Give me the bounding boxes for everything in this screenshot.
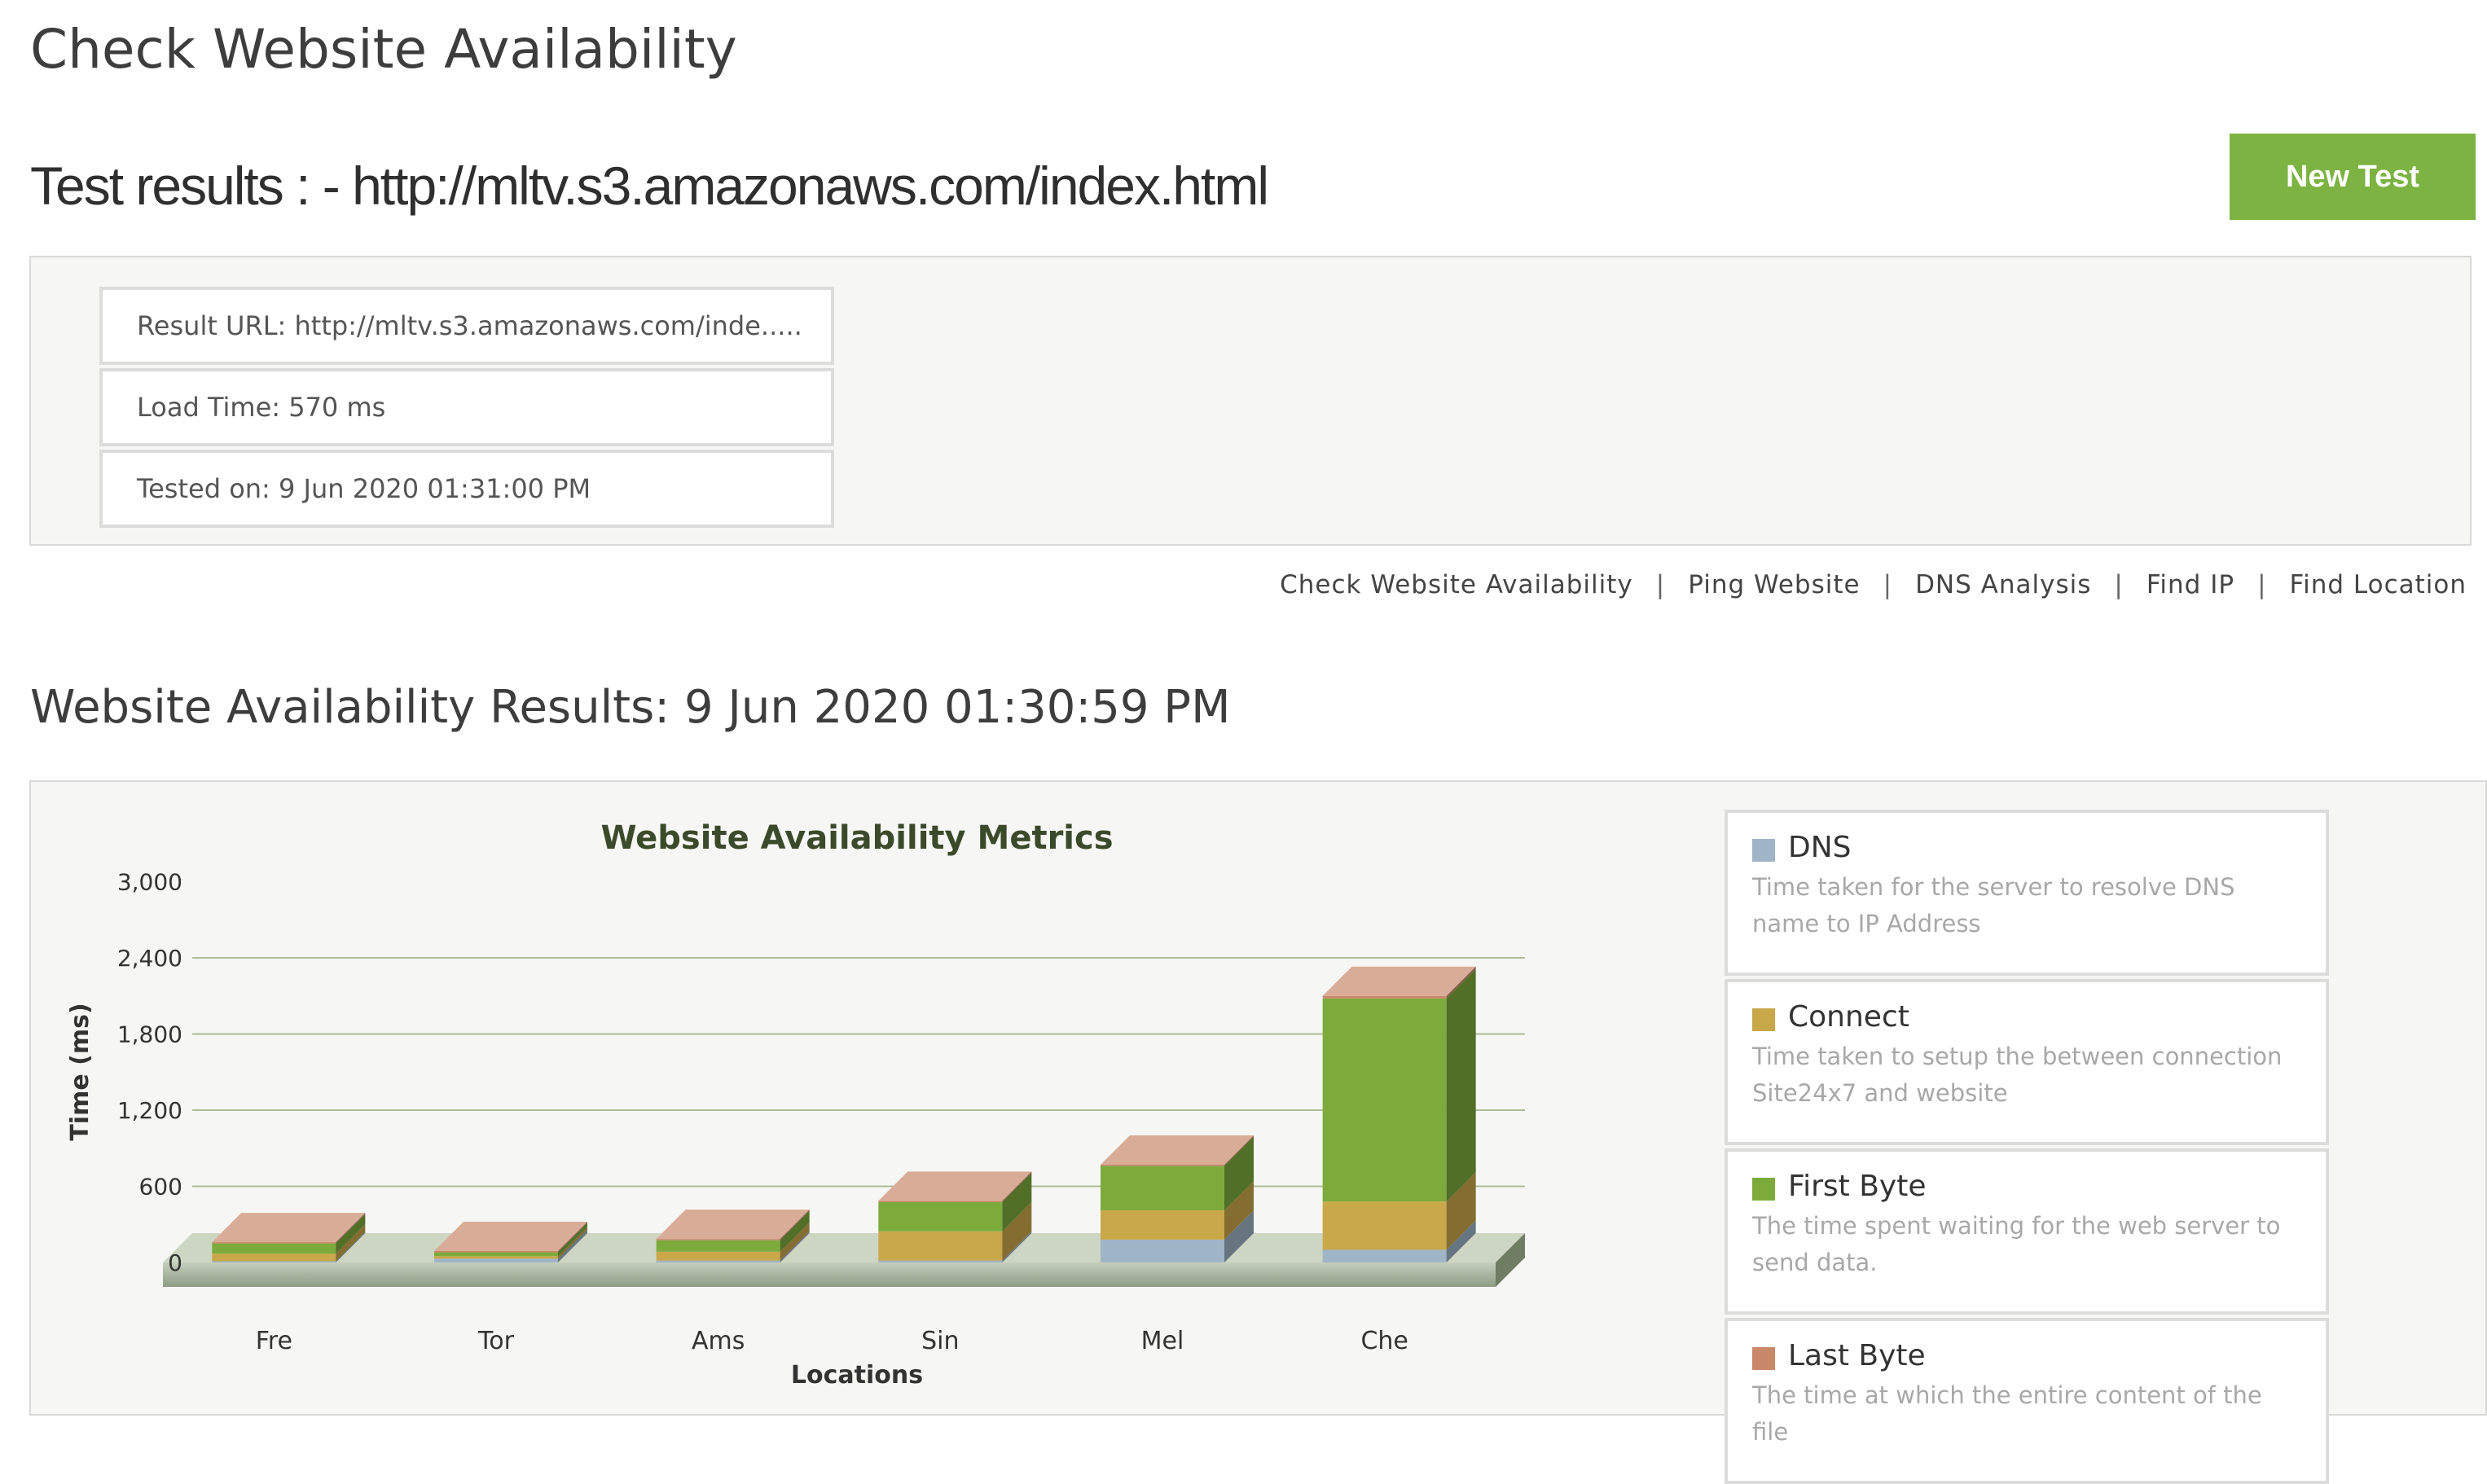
first-byte-swatch: [1752, 1177, 1775, 1201]
legend-card-last-byte: Last Byte The time at which the entire c…: [1725, 1318, 2329, 1484]
bar-segment-dns: [1101, 1239, 1224, 1262]
legend-first-byte-name: First Byte: [1788, 1170, 1927, 1203]
bar-segment-dns: [434, 1258, 558, 1262]
tested-on-row: Tested on: 9 Jun 2020 01:31:00 PM: [99, 450, 834, 528]
last-byte-swatch: [1752, 1346, 1775, 1370]
legend-last-byte-name: Last Byte: [1788, 1339, 1926, 1372]
bar-segment-dns: [878, 1260, 1003, 1262]
results-title: Test results : - http://mltv.s3.amazonaw…: [30, 156, 1269, 216]
x-tick-label: Che: [1360, 1327, 1408, 1355]
result-url-text: Result URL: http://mltv.s3.amazonaws.com…: [137, 310, 802, 341]
bar-segment-first-byte: [878, 1201, 1003, 1232]
bar-segment-connect: [1101, 1210, 1224, 1240]
bar-segment-dns: [1322, 1249, 1447, 1262]
bar-stack-fre: [212, 1213, 366, 1262]
legend-dns-name: DNS: [1788, 831, 1852, 864]
legend-dns-desc: Time taken for the server to resolve DNS…: [1752, 873, 2235, 937]
link-separator: |: [1883, 570, 1893, 599]
bar-segment-first-byte: [1101, 1166, 1224, 1211]
legend-card-connect: Connect Time taken to setup the between …: [1725, 979, 2329, 1145]
bar-segment-connect: [434, 1256, 558, 1259]
link-dns-analysis[interactable]: DNS Analysis: [1915, 570, 2091, 599]
new-test-button[interactable]: New Test: [2230, 134, 2476, 220]
bar-stack-mel: [1101, 1135, 1254, 1262]
tested-on-text: Tested on: 9 Jun 2020 01:31:00 PM: [137, 473, 591, 504]
x-tick-label: Fre: [256, 1327, 292, 1355]
legend-last-byte-desc: The time at which the entire content of …: [1752, 1381, 2262, 1446]
x-tick-label: Sin: [921, 1327, 959, 1355]
chart-floor-top: [163, 1233, 1525, 1262]
bar-segment-side: [1446, 968, 1476, 1202]
legend-connect-desc: Time taken to setup the between connecti…: [1752, 1043, 2283, 1107]
availability-chart: Website Availability Metrics Time (ms) L…: [66, 819, 1525, 1390]
load-time-text: Load Time: 570 ms: [137, 392, 386, 423]
bar-segment-dns: [212, 1261, 336, 1262]
page-title: Check Website Availability: [30, 18, 737, 81]
y-tick-label: 0: [168, 1249, 182, 1276]
section-title: Website Availability Results: 9 Jun 2020…: [30, 681, 1231, 734]
connect-swatch: [1752, 1008, 1775, 1031]
bar-segment-first-byte: [212, 1243, 336, 1254]
link-find-location[interactable]: Find Location: [2290, 570, 2467, 599]
x-axis-label: Locations: [791, 1361, 923, 1390]
legend-connect-name: Connect: [1788, 1000, 1909, 1034]
link-find-ip[interactable]: Find IP: [2146, 570, 2234, 599]
bar-segment-connect: [212, 1253, 336, 1262]
load-time-row: Load Time: 570 ms: [99, 368, 834, 446]
chart-floor-front: [163, 1262, 1496, 1287]
bar-segment-last-byte: [878, 1201, 1003, 1202]
result-url-row: Result URL: http://mltv.s3.amazonaws.com…: [99, 287, 834, 365]
y-tick-label: 1,800: [117, 1021, 182, 1048]
bar-segment-last-byte: [656, 1239, 780, 1240]
link-check-website-availability[interactable]: Check Website Availability: [1280, 570, 1633, 599]
y-tick-label: 1,200: [117, 1097, 182, 1124]
summary-panel: Result URL: http://mltv.s3.amazonaws.com…: [29, 256, 2472, 546]
dns-swatch: [1752, 838, 1775, 862]
bar-segment-dns: [656, 1260, 780, 1262]
link-separator: |: [2257, 570, 2267, 599]
bar-segment-last-byte: [434, 1250, 558, 1253]
x-tick-label: Ams: [692, 1327, 745, 1355]
y-tick-label: 600: [139, 1174, 182, 1201]
link-separator: |: [1655, 570, 1666, 599]
bar-segment-last-byte: [1322, 995, 1447, 999]
link-ping-website[interactable]: Ping Website: [1688, 570, 1860, 599]
link-separator: |: [2114, 570, 2124, 599]
legend-card-first-byte: First Byte The time spent waiting for th…: [1725, 1148, 2329, 1315]
bar-segment-first-byte: [434, 1252, 558, 1257]
legend-first-byte-desc: The time spent waiting for the web serve…: [1752, 1212, 2281, 1276]
bar-segment-connect: [878, 1231, 1003, 1261]
y-tick-label: 3,000: [117, 869, 182, 896]
bar-segment-first-byte: [656, 1240, 780, 1252]
x-tick-label: Tor: [477, 1327, 515, 1355]
bar-stack-sin: [878, 1171, 1032, 1262]
tool-links-nav: Check Website Availability | Ping Website |…: [1280, 570, 2467, 599]
y-axis-label: Time (ms): [66, 1003, 94, 1140]
bar-segment-last-byte: [212, 1242, 336, 1244]
x-tick-label: Mel: [1141, 1327, 1184, 1355]
bar-segment-first-byte: [1322, 998, 1447, 1202]
chart-title: Website Availability Metrics: [600, 819, 1113, 857]
bar-stack-che: [1322, 966, 1476, 1262]
bar-segment-connect: [1322, 1201, 1447, 1250]
bar-segment-last-byte: [1101, 1165, 1224, 1166]
bar-segment-connect: [656, 1251, 780, 1261]
bar-stack-ams: [656, 1210, 810, 1262]
y-tick-label: 2,400: [117, 945, 182, 972]
legend-card-dns: DNS Time taken for the server to resolve…: [1725, 810, 2329, 976]
